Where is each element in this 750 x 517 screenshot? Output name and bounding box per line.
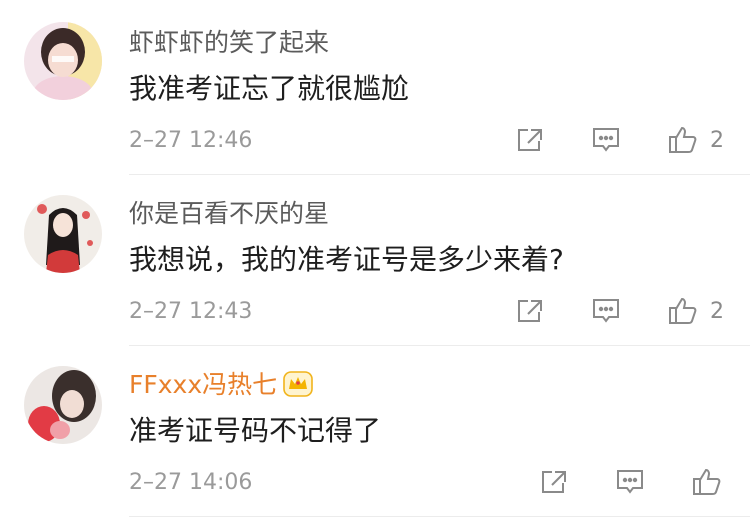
comment-item: FFxxx冯热七 准考证号码不记得了 2–27 14:06: [0, 346, 750, 517]
avatar[interactable]: [24, 195, 102, 273]
comment-icon[interactable]: [592, 298, 620, 328]
timestamp: 2–27 12:46: [129, 128, 253, 153]
comment-text: 我准考证忘了就很尴尬: [129, 72, 410, 105]
share-icon[interactable]: [516, 298, 544, 328]
comment-text: 我想说，我的准考证号是多少来着?: [129, 243, 564, 276]
username[interactable]: 虾虾虾的笑了起来: [129, 28, 329, 58]
username[interactable]: 你是百看不厌的星: [129, 199, 329, 229]
comment-icon[interactable]: [616, 469, 644, 499]
comment-text: 准考证号码不记得了: [129, 414, 382, 447]
like-icon[interactable]: [668, 124, 698, 158]
timestamp: 2–27 14:06: [129, 470, 253, 495]
comment-icon[interactable]: [592, 127, 620, 157]
comment-item: 虾虾虾的笑了起来 我准考证忘了就很尴尬 2–27 12:46 2: [0, 0, 750, 175]
timestamp: 2–27 12:43: [129, 299, 253, 324]
avatar[interactable]: [24, 22, 102, 100]
username-text: FFxxx冯热七: [129, 370, 278, 399]
username[interactable]: FFxxx冯热七: [129, 370, 313, 404]
share-icon[interactable]: [516, 127, 544, 157]
share-icon[interactable]: [540, 469, 568, 499]
like-count: 2: [710, 299, 724, 324]
avatar[interactable]: [24, 366, 102, 444]
crown-icon: [283, 371, 313, 404]
like-count: 2: [710, 128, 724, 153]
like-icon[interactable]: [692, 466, 722, 500]
comment-item: 你是百看不厌的星 我想说，我的准考证号是多少来着? 2–27 12:43 2: [0, 175, 750, 346]
like-icon[interactable]: [668, 295, 698, 329]
